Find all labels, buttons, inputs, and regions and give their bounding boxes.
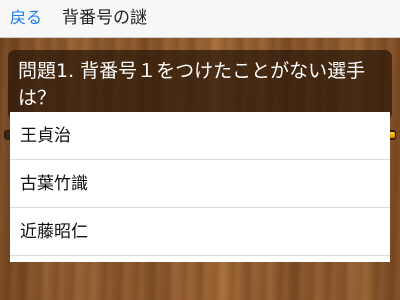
answer-label: 近藤昭仁: [20, 222, 88, 242]
question-text: 問題1. 背番号１をつけたことがない選手は？: [18, 60, 366, 109]
quiz-screen: 戻る 背番号の謎 問題1. 背番号１をつけたことがない選手は？ 王貞治 古葉竹識…: [0, 0, 400, 300]
answer-list: 王貞治 古葉竹識 近藤昭仁: [10, 112, 390, 262]
question-panel: 問題1. 背番号１をつけたことがない選手は？: [8, 50, 392, 120]
answer-option[interactable]: 古葉竹識: [10, 160, 390, 208]
answer-option[interactable]: 近藤昭仁: [10, 208, 390, 256]
navigation-bar: 戻る 背番号の謎: [0, 0, 400, 38]
answer-label: 古葉竹識: [20, 174, 88, 194]
answer-label: 王貞治: [20, 126, 71, 146]
answer-option[interactable]: 王貞治: [10, 112, 390, 160]
back-button[interactable]: 戻る: [10, 7, 42, 29]
page-title: 背番号の謎: [62, 8, 147, 28]
